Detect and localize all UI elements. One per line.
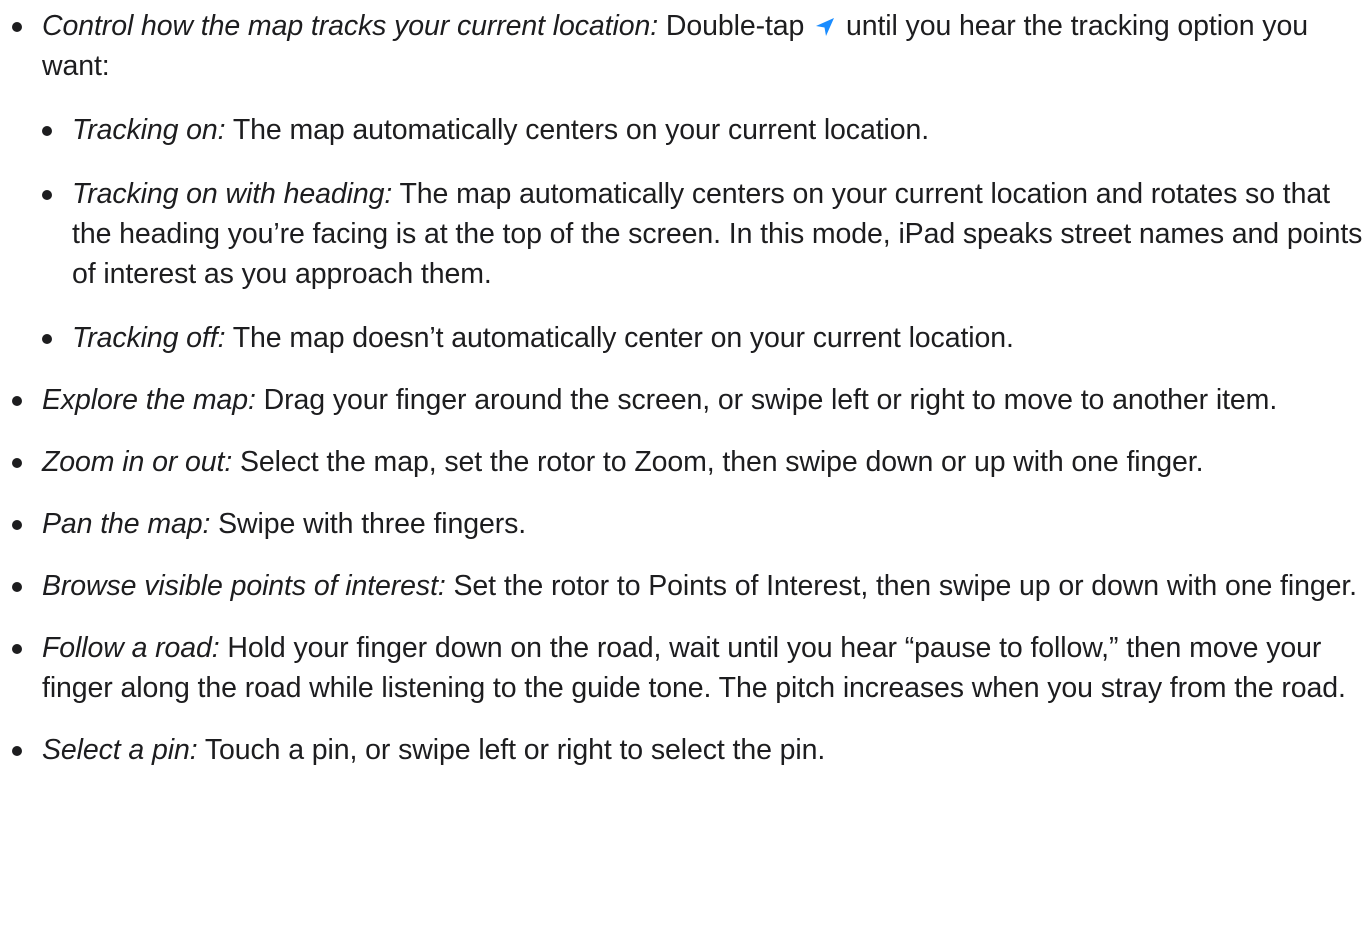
location-arrow-icon [814, 9, 836, 36]
item-text-before-icon: Double-tap [658, 10, 813, 42]
list-item-browse-poi: Browse visible points of interest: Set t… [0, 566, 1371, 606]
list-item-follow-road: Follow a road: Hold your finger down on … [0, 628, 1371, 708]
item-term: Control how the map tracks your current … [42, 10, 659, 42]
item-text: Swipe with three fingers. [210, 508, 527, 540]
item-term: Pan the map: [42, 508, 211, 540]
item-text: Select the map, set the rotor to Zoom, t… [232, 446, 1204, 478]
list-item-select-pin: Select a pin: Touch a pin, or swipe left… [0, 730, 1371, 770]
item-term: Tracking on with heading: [72, 178, 393, 210]
item-text: The map doesn’t automatically center on … [225, 322, 1014, 354]
list-item-tracking-on-with-heading: Tracking on with heading: The map automa… [42, 174, 1371, 294]
item-term: Zoom in or out: [42, 446, 233, 478]
list-item-tracking-control: Control how the map tracks your current … [0, 6, 1371, 358]
item-text: The map automatically centers on your cu… [225, 114, 930, 146]
list-item-zoom: Zoom in or out: Select the map, set the … [0, 442, 1371, 482]
item-term: Browse visible points of interest: [42, 570, 446, 602]
list-item-tracking-off: Tracking off: The map doesn’t automatica… [42, 318, 1371, 358]
list-item-pan-map: Pan the map: Swipe with three fingers. [0, 504, 1371, 544]
item-text: Touch a pin, or swipe left or right to s… [197, 734, 826, 766]
document-page: Control how the map tracks your current … [0, 0, 1371, 938]
instructions-list: Control how the map tracks your current … [0, 6, 1371, 792]
tracking-options-list: Tracking on: The map automatically cente… [42, 110, 1371, 358]
item-term: Select a pin: [42, 734, 198, 766]
item-text: Set the rotor to Points of Interest, the… [445, 570, 1358, 602]
item-term: Tracking off: [72, 322, 226, 354]
list-item-tracking-on: Tracking on: The map automatically cente… [42, 110, 1371, 150]
item-term: Tracking on: [72, 114, 226, 146]
item-term: Follow a road: [42, 632, 220, 664]
item-text: Drag your finger around the screen, or s… [255, 384, 1278, 416]
list-item-explore-map: Explore the map: Drag your finger around… [0, 380, 1371, 420]
item-text: Hold your finger down on the road, wait … [42, 632, 1346, 704]
item-term: Explore the map: [42, 384, 256, 416]
